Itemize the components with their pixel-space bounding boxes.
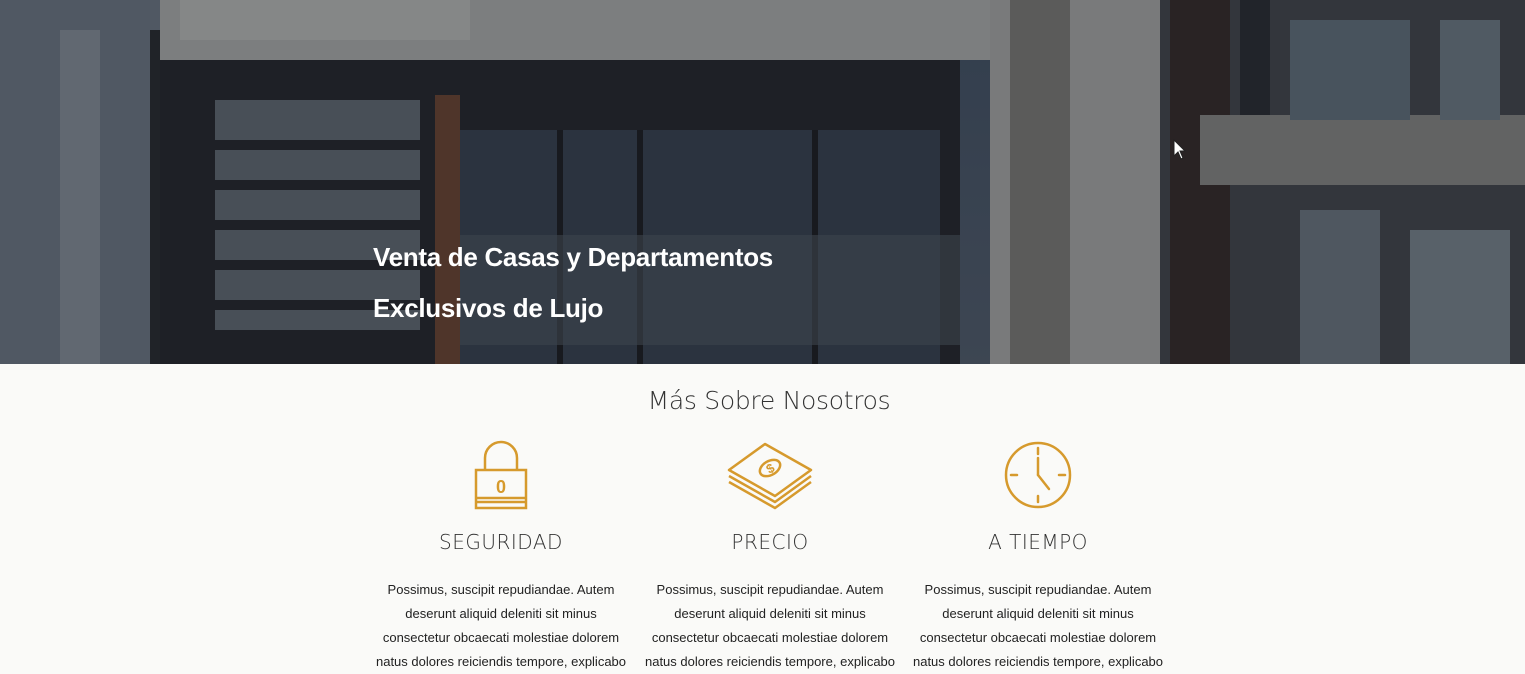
money-stack-icon: $ — [727, 442, 813, 510]
feature-title: A TIEMPO — [988, 530, 1088, 554]
feature-title: SEGURIDAD — [439, 530, 563, 554]
hero-banner: Venta de Casas y Departamentos Exclusivo… — [0, 0, 1525, 364]
feature-text: Possimus, suscipit repudiandae. Autem de… — [375, 582, 627, 669]
hero-title-line-2: Exclusivos de Lujo — [373, 293, 604, 323]
feature-card-precio: $ PRECIO Possimus, suscipit repudiandae.… — [643, 440, 897, 674]
feature-text: Possimus, suscipit repudiandae. Autem de… — [912, 582, 1164, 669]
feature-card-a-tiempo: A TIEMPO Possimus, suscipit repudiandae.… — [911, 440, 1165, 674]
hero-title-line-1: Venta de Casas y Departamentos — [373, 242, 773, 272]
feature-card-seguridad: 0 SEGURIDAD Possimus, suscipit repudiand… — [374, 440, 628, 674]
mouse-cursor-icon — [1173, 139, 1187, 160]
feature-text: Possimus, suscipit repudiandae. Autem de… — [644, 582, 896, 669]
hero-title: Venta de Casas y Departamentos Exclusivo… — [373, 232, 773, 334]
svg-text:0: 0 — [496, 477, 506, 497]
section-title: Más Sobre Nosotros — [647, 386, 891, 415]
clock-icon — [1004, 441, 1072, 509]
padlock-icon: 0 — [474, 440, 528, 510]
svg-text:$: $ — [763, 460, 777, 477]
feature-title: PRECIO — [731, 530, 809, 554]
